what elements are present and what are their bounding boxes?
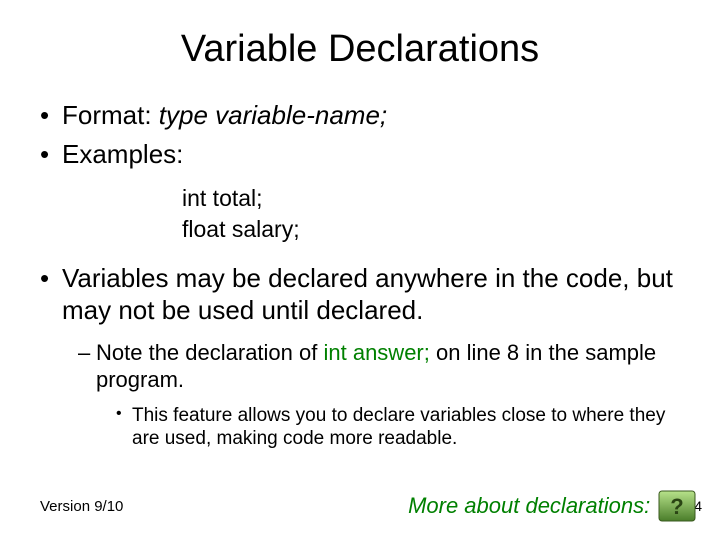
sub-bullet-note: Note the declaration of int answer; on l… — [78, 339, 680, 394]
bullet-format: Format: type variable-name; — [40, 99, 680, 132]
slide-body: Format: type variable-name; Examples: in… — [0, 99, 720, 450]
code-line-2: float salary; — [182, 215, 680, 244]
more-declarations-link[interactable]: More about declarations: — [408, 493, 650, 519]
footer-right: More about declarations: ? 4 — [408, 490, 702, 522]
code-examples: int total; float salary; — [182, 184, 680, 244]
question-mark-icon[interactable]: ? — [658, 490, 696, 522]
svg-text:?: ? — [670, 494, 683, 519]
bullet-examples: Examples: — [40, 138, 680, 171]
bullet-format-syntax: type variable-name; — [159, 100, 387, 130]
version-label: Version 9/10 — [40, 498, 123, 515]
subsub-bullet-feature: This feature allows you to declare varia… — [116, 404, 680, 450]
bullet-declared-anywhere: Variables may be declared anywhere in th… — [40, 262, 680, 327]
slide: Variable Declarations Format: type varia… — [0, 0, 720, 540]
slide-title: Variable Declarations — [0, 28, 720, 71]
code-line-1: int total; — [182, 184, 680, 213]
footer: Version 9/10 More about declarations: ? … — [40, 490, 702, 522]
sub-note-code: int answer; — [323, 340, 429, 365]
sub-note-pre: Note the declaration of — [96, 340, 323, 365]
bullet-format-label: Format: — [62, 100, 159, 130]
